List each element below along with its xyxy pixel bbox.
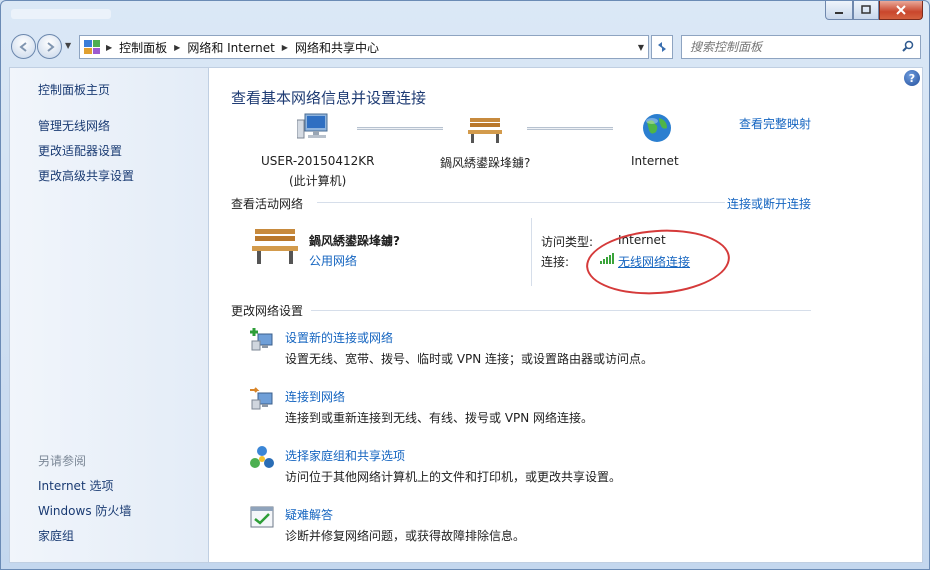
- wireless-connection-link[interactable]: 无线网络连接: [618, 253, 690, 270]
- maximize-button[interactable]: [853, 1, 879, 20]
- sidebar-internet-options[interactable]: Internet 选项: [38, 477, 113, 494]
- connect-network-icon: [250, 387, 273, 410]
- control-panel-icon: [84, 40, 100, 54]
- sidebar-manage-wireless[interactable]: 管理无线网络: [38, 117, 110, 134]
- breadcrumb-network-internet[interactable]: 网络和 Internet: [187, 39, 274, 56]
- address-history-dropdown[interactable]: ▼: [638, 43, 644, 52]
- wifi-signal-icon: [600, 253, 614, 264]
- window: ▼ ▶ 控制面板 ▶ 网络和 Internet ▶ 网络和共享中心 ▼ 控制面板…: [0, 0, 930, 570]
- sidebar-control-panel-home[interactable]: 控制面板主页: [38, 81, 110, 98]
- change-settings-heading: 更改网络设置: [231, 304, 304, 318]
- title-bar[interactable]: [1, 1, 929, 29]
- main-pane: ? 查看基本网络信息并设置连接 查看完整映射 USER-20150412KR (…: [209, 67, 923, 563]
- sidebar-homegroup[interactable]: 家庭组: [38, 527, 74, 544]
- network-type-link[interactable]: 公用网络: [309, 252, 357, 269]
- task-troubleshoot-desc: 诊断并修复网络问题，或获得故障排除信息。: [285, 529, 526, 543]
- computer-name: USER-20150412KR: [261, 154, 375, 168]
- computer-sub: (此计算机): [289, 174, 347, 188]
- sidebar-change-adapter[interactable]: 更改适配器设置: [38, 142, 122, 159]
- arrow-left-icon: [18, 41, 27, 52]
- navigation-bar: ▼ ▶ 控制面板 ▶ 网络和 Internet ▶ 网络和共享中心 ▼: [1, 31, 929, 63]
- connection-label: 连接:: [541, 255, 570, 269]
- sidebar-advanced-sharing[interactable]: 更改高级共享设置: [38, 167, 134, 184]
- computer-icon: [297, 113, 328, 139]
- task-setup-connection-desc: 设置无线、宽带、拨号、临时或 VPN 连接；或设置路由器或访问点。: [285, 352, 654, 366]
- minimize-icon: [835, 12, 843, 14]
- bench-icon: [252, 229, 298, 264]
- task-homegroup-sharing[interactable]: 选择家庭组和共享选项: [285, 447, 405, 464]
- map-internet-label: Internet: [631, 154, 679, 168]
- arrow-right-icon: [46, 41, 55, 52]
- maximize-icon: [861, 5, 871, 14]
- breadcrumb-network-sharing-center[interactable]: 网络和共享中心: [295, 39, 379, 56]
- new-connection-icon: [250, 328, 273, 351]
- task-setup-connection[interactable]: 设置新的连接或网络: [285, 329, 393, 346]
- breadcrumb-control-panel[interactable]: 控制面板: [119, 39, 167, 56]
- help-button[interactable]: ?: [904, 70, 920, 86]
- search-input[interactable]: [682, 36, 882, 58]
- map-network-name: 鍋风綉鍙跺埄鐪?: [440, 156, 531, 170]
- window-controls: [825, 1, 923, 20]
- task-connect-network[interactable]: 连接到网络: [285, 388, 345, 405]
- divider: [311, 310, 811, 311]
- connect-disconnect-link[interactable]: 连接或断开连接: [727, 195, 811, 212]
- see-also-heading: 另请参阅: [38, 454, 87, 468]
- chevron-right-icon[interactable]: ▶: [282, 43, 288, 52]
- task-troubleshoot[interactable]: 疑难解答: [285, 506, 333, 523]
- sidebar-windows-firewall[interactable]: Windows 防火墙: [38, 502, 131, 519]
- minimize-button[interactable]: [825, 1, 853, 20]
- sidebar: 控制面板主页 管理无线网络 更改适配器设置 更改高级共享设置 另请参阅 Inte…: [9, 67, 209, 563]
- access-type-value: Internet: [618, 233, 666, 247]
- bench-icon: [468, 118, 502, 143]
- back-button[interactable]: [11, 34, 36, 59]
- address-bar[interactable]: ▶ 控制面板 ▶ 网络和 Internet ▶ 网络和共享中心 ▼: [79, 35, 649, 59]
- view-full-map-link[interactable]: 查看完整映射: [739, 115, 811, 132]
- window-title-blurred: [11, 9, 111, 19]
- troubleshoot-icon: [250, 506, 274, 528]
- refresh-button[interactable]: [651, 35, 673, 59]
- search-icon[interactable]: [902, 40, 914, 52]
- chevron-right-icon: ▶: [106, 42, 113, 52]
- map-connector: [357, 127, 443, 130]
- active-networks-heading: 查看活动网络: [231, 197, 304, 211]
- divider: [317, 202, 725, 203]
- close-button[interactable]: [879, 1, 923, 20]
- refresh-icon: [658, 42, 666, 52]
- divider: [531, 218, 532, 286]
- homegroup-icon: [250, 446, 274, 468]
- task-connect-network-desc: 连接到或重新连接到无线、有线、拨号或 VPN 网络连接。: [285, 411, 594, 425]
- recent-pages-dropdown[interactable]: ▼: [65, 41, 71, 50]
- search-box: [681, 35, 921, 59]
- active-network-name: 鍋风綉鍙跺埄鐪?: [309, 234, 400, 248]
- map-connector: [527, 127, 613, 130]
- chevron-right-icon[interactable]: ▶: [174, 43, 180, 52]
- globe-icon: [643, 114, 671, 142]
- task-homegroup-sharing-desc: 访问位于其他网络计算机上的文件和打印机，或更改共享设置。: [285, 470, 622, 484]
- access-type-label: 访问类型:: [541, 235, 594, 249]
- forward-button[interactable]: [37, 34, 62, 59]
- close-icon: [896, 5, 906, 15]
- page-title: 查看基本网络信息并设置连接: [231, 89, 427, 107]
